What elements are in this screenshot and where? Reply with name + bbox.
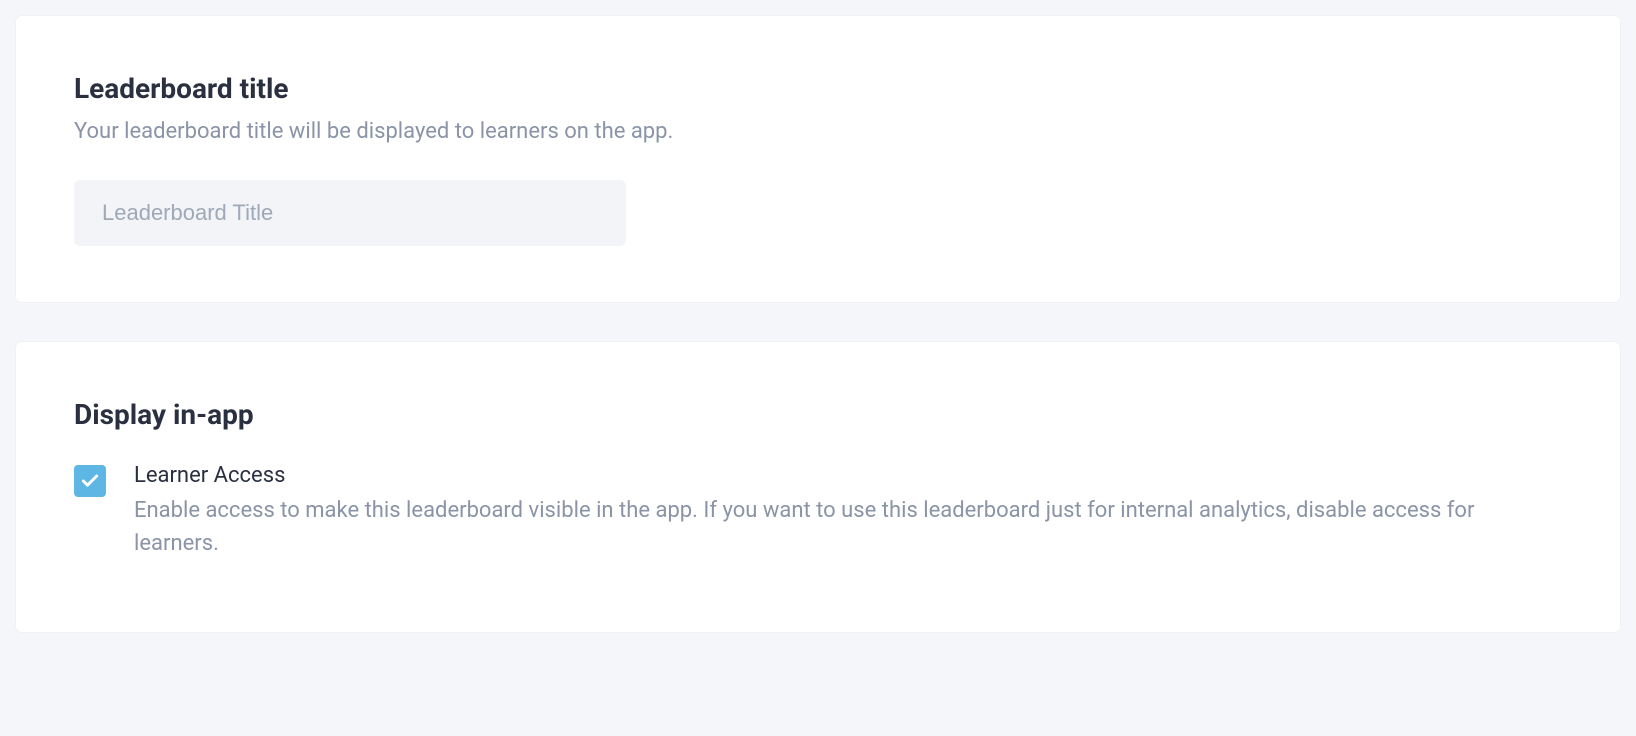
learner-access-label: Learner Access <box>134 463 1562 488</box>
display-inapp-card: Display in-app Learner Access Enable acc… <box>16 342 1620 632</box>
leaderboard-title-card: Leaderboard title Your leaderboard title… <box>16 16 1620 302</box>
display-inapp-heading: Display in-app <box>74 398 1562 431</box>
learner-access-checkbox[interactable] <box>74 465 106 497</box>
learner-access-description: Enable access to make this leaderboard v… <box>134 494 1562 560</box>
check-icon <box>80 471 100 491</box>
leaderboard-title-input[interactable] <box>74 180 626 246</box>
learner-access-content: Learner Access Enable access to make thi… <box>134 463 1562 560</box>
learner-access-row: Learner Access Enable access to make thi… <box>74 463 1562 560</box>
leaderboard-title-heading: Leaderboard title <box>74 72 1562 105</box>
leaderboard-title-description: Your leaderboard title will be displayed… <box>74 117 1562 148</box>
